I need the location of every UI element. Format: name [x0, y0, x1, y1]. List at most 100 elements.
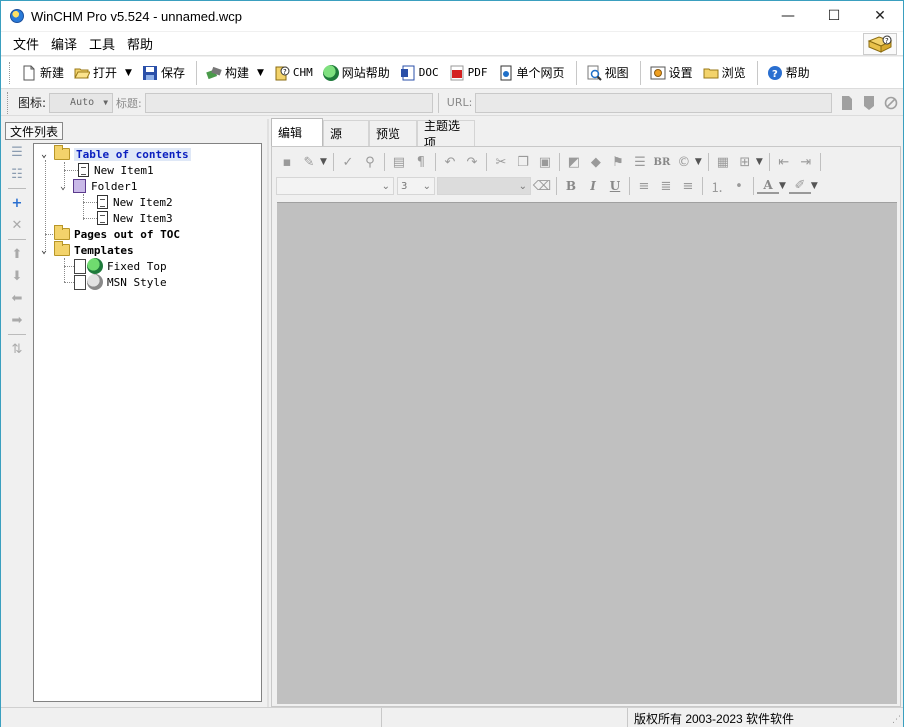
- highlight-icon[interactable]: ✐: [788, 178, 811, 194]
- move-down-icon[interactable]: ⬇: [5, 265, 29, 287]
- align-left-icon[interactable]: ≡: [633, 176, 655, 196]
- copy-icon[interactable]: ❐: [512, 152, 534, 172]
- open-dropdown-arrow[interactable]: ▼: [125, 68, 132, 78]
- font-size-select[interactable]: 3 ⌄: [397, 177, 435, 195]
- browse-button[interactable]: 浏览: [699, 61, 750, 85]
- resize-grip-icon[interactable]: ⋰: [892, 715, 901, 725]
- open-button[interactable]: 打开: [70, 61, 121, 85]
- chm-button[interactable]: ? CHM: [270, 61, 317, 85]
- tree-node-folder1[interactable]: ⌄ Folder1: [57, 178, 137, 194]
- file-list-tab[interactable]: 文件列表: [5, 122, 63, 140]
- menu-compile[interactable]: 编译: [46, 34, 82, 53]
- cut-icon[interactable]: ✂: [490, 152, 512, 172]
- title-input[interactable]: [144, 92, 433, 113]
- copyright-icon[interactable]: ©: [673, 152, 695, 172]
- settings-button[interactable]: 设置: [646, 61, 697, 85]
- new-button[interactable]: 新建: [17, 61, 68, 85]
- collapse-toggle[interactable]: ⌄: [38, 245, 50, 256]
- add-icon[interactable]: +: [5, 192, 29, 214]
- move-left-icon[interactable]: ⬅: [5, 287, 29, 309]
- list-icon[interactable]: ☰: [629, 152, 651, 172]
- editor-canvas[interactable]: [277, 202, 897, 704]
- delete-icon[interactable]: ✕: [5, 214, 29, 236]
- pdf-button[interactable]: PDF: [445, 61, 492, 85]
- font-family-select[interactable]: ⌄: [276, 177, 394, 195]
- undo-icon[interactable]: ↶: [439, 152, 461, 172]
- paragraph-icon[interactable]: ¶: [410, 152, 432, 172]
- indent-icon[interactable]: ⇥: [795, 152, 817, 172]
- icon-select[interactable]: Auto ▼: [49, 92, 114, 113]
- help-book-button[interactable]: ?: [863, 33, 897, 55]
- chevron-down-icon[interactable]: ▼: [779, 181, 786, 191]
- menu-tools[interactable]: 工具: [84, 34, 120, 53]
- single-page-button[interactable]: 单个网页: [494, 61, 569, 85]
- line-break-button[interactable]: BR: [651, 152, 673, 172]
- tree-node-item1[interactable]: New Item1: [78, 162, 154, 178]
- underline-button[interactable]: U: [604, 176, 626, 196]
- page-icon[interactable]: [840, 95, 854, 110]
- url-input[interactable]: [475, 92, 833, 113]
- align-center-icon[interactable]: ≣: [655, 176, 677, 196]
- tree-node-toc[interactable]: ⌄ Table of contents: [38, 145, 191, 162]
- close-button[interactable]: ✕: [857, 1, 903, 31]
- build-dropdown-arrow[interactable]: ▼: [257, 68, 264, 78]
- clear-icon[interactable]: [884, 96, 898, 110]
- numbered-list-icon[interactable]: ⒈: [706, 176, 728, 196]
- shapes-icon[interactable]: ◆: [585, 152, 607, 172]
- pin-icon[interactable]: [862, 95, 876, 110]
- view-button[interactable]: 视图: [582, 61, 633, 85]
- font-color-button[interactable]: A: [757, 178, 779, 194]
- tree-node-item3[interactable]: New Item3: [97, 210, 173, 226]
- insert-column-icon[interactable]: ⊞: [734, 152, 756, 172]
- italic-button[interactable]: I: [582, 176, 604, 196]
- style-select[interactable]: ⌄: [437, 177, 531, 195]
- find-binoculars-icon[interactable]: ⚲: [359, 152, 381, 172]
- tree-node-msn-style[interactable]: MSN Style: [74, 274, 167, 290]
- sort-icon[interactable]: ⇅: [5, 338, 29, 360]
- table-icon[interactable]: ▦: [712, 152, 734, 172]
- minimize-button[interactable]: —: [765, 1, 811, 31]
- eraser-icon[interactable]: ⌫: [531, 176, 553, 196]
- tree-node-item2[interactable]: New Item2: [97, 194, 173, 210]
- tab-source[interactable]: 源: [323, 120, 369, 146]
- doc-button[interactable]: DOC: [396, 61, 443, 85]
- menu-file[interactable]: 文件: [8, 34, 44, 53]
- move-right-icon[interactable]: ➡: [5, 309, 29, 331]
- save-button[interactable]: 保存: [138, 61, 189, 85]
- tree-node-fixed-top[interactable]: Fixed Top: [74, 258, 167, 274]
- add-item-below-icon[interactable]: ☷: [5, 163, 29, 185]
- main-toolbar: 新建 打开 ▼ 保存 构建 ▼ ? CHM 网站帮助 DOC PDF 单个网页 …: [1, 57, 903, 89]
- tab-edit[interactable]: 编辑: [271, 118, 323, 146]
- chevron-down-icon[interactable]: ▼: [320, 157, 327, 167]
- add-item-above-icon[interactable]: ☰: [5, 141, 29, 163]
- align-right-icon[interactable]: ≡: [677, 176, 699, 196]
- tree-node-templates[interactable]: ⌄ Templates: [38, 241, 134, 258]
- chevron-down-icon[interactable]: ▼: [756, 157, 763, 167]
- spellcheck-icon[interactable]: ✓: [337, 152, 359, 172]
- tab-preview[interactable]: 预览: [369, 120, 417, 146]
- menu-help[interactable]: 帮助: [122, 34, 158, 53]
- panel-splitter[interactable]: [267, 119, 269, 707]
- edit-icon[interactable]: ✎: [298, 152, 320, 172]
- paste-icon[interactable]: ▣: [534, 152, 556, 172]
- tree-node-pages-out[interactable]: Pages out of TOC: [54, 225, 180, 242]
- toc-tree[interactable]: ⌄ Table of contents New Item1 ⌄ Folder1 …: [33, 143, 262, 702]
- outdent-icon[interactable]: ⇤: [773, 152, 795, 172]
- bullet-list-icon[interactable]: •: [728, 176, 750, 196]
- image-icon[interactable]: ◩: [563, 152, 585, 172]
- chevron-down-icon[interactable]: ▼: [811, 181, 818, 191]
- maximize-button[interactable]: ☐: [811, 1, 857, 31]
- collapse-toggle[interactable]: ⌄: [38, 149, 50, 160]
- build-button[interactable]: 构建: [202, 61, 253, 85]
- select-all-icon[interactable]: ▤: [388, 152, 410, 172]
- bold-button[interactable]: B: [560, 176, 582, 196]
- collapse-toggle[interactable]: ⌄: [57, 181, 69, 192]
- chevron-down-icon[interactable]: ▼: [695, 157, 702, 167]
- bookmark-icon[interactable]: ⚑: [607, 152, 629, 172]
- redo-icon[interactable]: ↷: [461, 152, 483, 172]
- help-button[interactable]: ? 帮助: [763, 61, 814, 85]
- save-icon[interactable]: ▪: [276, 152, 298, 172]
- move-up-icon[interactable]: ⬆: [5, 243, 29, 265]
- web-help-button[interactable]: 网站帮助: [319, 61, 394, 85]
- tab-topic-options[interactable]: 主题选项: [417, 119, 475, 150]
